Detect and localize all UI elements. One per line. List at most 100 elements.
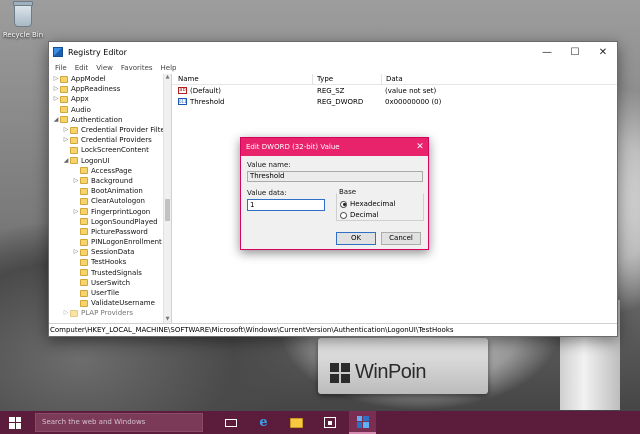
collapse-arrow-icon[interactable]: ◢ bbox=[62, 156, 70, 166]
collapse-arrow-icon[interactable]: ◢ bbox=[52, 115, 60, 125]
tree-scrollbar[interactable]: ▲ ▼ bbox=[163, 74, 171, 324]
menu-favorites[interactable]: Favorites bbox=[117, 64, 157, 72]
expand-arrow-icon[interactable]: ▷ bbox=[72, 207, 80, 217]
tree-item[interactable]: Audio bbox=[49, 105, 171, 115]
start-button[interactable] bbox=[0, 411, 30, 434]
tree-item[interactable]: PINLogonEnrollment bbox=[49, 237, 171, 247]
recycle-bin-shortcut[interactable]: Recycle Bin bbox=[2, 1, 44, 39]
tree-item[interactable]: UserSwitch bbox=[49, 278, 171, 288]
tree-item-label: Background bbox=[91, 176, 133, 185]
tree-item[interactable]: AccessPage bbox=[49, 166, 171, 176]
radio-hexadecimal[interactable]: Hexadecimal bbox=[340, 200, 395, 208]
tree-item-label: ValidateUsername bbox=[91, 299, 155, 308]
close-button[interactable]: ✕ bbox=[589, 42, 617, 62]
tree-item-label: FingerprintLogon bbox=[91, 207, 151, 216]
tree-item[interactable]: ▷ Background bbox=[49, 176, 171, 186]
tree-item[interactable]: ▷ SessionData bbox=[49, 247, 171, 257]
tree-item[interactable]: ▷ AppReadiness bbox=[49, 84, 171, 94]
tree-item[interactable]: UserTile bbox=[49, 288, 171, 298]
tree-item[interactable]: ValidateUsername bbox=[49, 298, 171, 308]
tree-item-label: ClearAutologon bbox=[91, 197, 145, 206]
tree-item-label: LogonSoundPlayed bbox=[91, 217, 158, 226]
value-type: REG_DWORD bbox=[317, 97, 364, 106]
value-data-input[interactable] bbox=[247, 199, 325, 211]
registry-editor-taskbar-button[interactable] bbox=[349, 411, 376, 434]
tree-item[interactable]: ▷ AppModel bbox=[49, 74, 171, 84]
cancel-button[interactable]: Cancel bbox=[381, 232, 421, 245]
windows-logo-icon bbox=[9, 416, 21, 429]
tree-item-label: AccessPage bbox=[91, 166, 132, 175]
tree-item-label: Authentication bbox=[71, 115, 123, 124]
dialog-close-icon[interactable]: ✕ bbox=[412, 142, 428, 152]
tree-item[interactable]: TestHooks bbox=[49, 257, 171, 267]
scroll-up-icon[interactable]: ▲ bbox=[164, 74, 171, 82]
column-header-name[interactable]: Name bbox=[172, 75, 312, 83]
menu-file[interactable]: File bbox=[51, 64, 71, 72]
taskbar-search-input[interactable]: Search the web and Windows bbox=[35, 413, 203, 432]
key-tree-list: ▷ AppModel ▷ AppReadiness ▷ Appx Audio ◢ Authent… bbox=[49, 74, 171, 319]
expand-arrow-icon[interactable]: ▷ bbox=[52, 74, 60, 84]
value-row-threshold[interactable]: 011 Threshold REG_DWORD 0x00000000 (0) bbox=[172, 96, 617, 107]
folder-icon bbox=[80, 299, 88, 307]
tree-item[interactable]: BootAnimation bbox=[49, 186, 171, 196]
task-view-button[interactable] bbox=[217, 411, 244, 434]
folder-icon bbox=[60, 75, 68, 83]
tree-item-label: Credential Provider Filters bbox=[81, 126, 172, 135]
ok-button[interactable]: OK bbox=[336, 232, 376, 245]
tree-item[interactable]: LogonSoundPlayed bbox=[49, 217, 171, 227]
minimize-button[interactable]: — bbox=[533, 42, 561, 62]
tree-item[interactable]: TrustedSignals bbox=[49, 268, 171, 278]
menu-help[interactable]: Help bbox=[157, 64, 181, 72]
value-data-label: Value data: bbox=[247, 189, 287, 197]
folder-icon bbox=[80, 258, 88, 266]
recycle-bin-label: Recycle Bin bbox=[2, 31, 44, 39]
tree-item[interactable]: ▷ Appx bbox=[49, 94, 171, 104]
dialog-title: Edit DWORD (32-bit) Value bbox=[246, 143, 340, 151]
file-explorer-icon bbox=[290, 417, 303, 428]
maximize-button[interactable]: ☐ bbox=[561, 42, 589, 62]
tree-item-label: Credential Providers bbox=[81, 136, 152, 145]
tree-item[interactable]: ▷ Credential Provider Filters bbox=[49, 125, 171, 135]
menu-edit[interactable]: Edit bbox=[71, 64, 93, 72]
tree-item[interactable]: ◢ Authentication bbox=[49, 115, 171, 125]
expand-arrow-icon[interactable]: ▷ bbox=[62, 135, 70, 145]
expand-arrow-icon[interactable]: ▷ bbox=[62, 308, 70, 318]
window-titlebar[interactable]: Registry Editor — ☐ ✕ bbox=[49, 42, 617, 62]
folder-icon bbox=[70, 126, 78, 134]
tree-item-label: AppModel bbox=[71, 75, 106, 84]
string-value-icon: ab bbox=[178, 87, 187, 94]
tree-item[interactable]: ▷ PLAP Providers bbox=[49, 308, 171, 318]
store-button[interactable] bbox=[316, 411, 343, 434]
tree-item[interactable]: ▷ FingerprintLogon bbox=[49, 206, 171, 216]
value-row-default[interactable]: ab (Default) REG_SZ (value not set) bbox=[172, 85, 617, 96]
folder-icon bbox=[70, 146, 78, 154]
menu-view[interactable]: View bbox=[92, 64, 117, 72]
tree-item[interactable]: ◢ LogonUI bbox=[49, 156, 171, 166]
registry-editor-app-icon bbox=[53, 47, 63, 57]
tree-item[interactable]: PicturePassword bbox=[49, 227, 171, 237]
radio-hexadecimal-button[interactable] bbox=[340, 200, 347, 208]
folder-icon bbox=[80, 248, 88, 256]
tree-item[interactable]: LockScreenContent bbox=[49, 145, 171, 155]
folder-icon bbox=[60, 85, 68, 93]
radio-decimal-button[interactable] bbox=[340, 211, 347, 219]
status-bar-path: Computer\HKEY_LOCAL_MACHINE\SOFTWARE\Mic… bbox=[49, 323, 617, 336]
column-header-data[interactable]: Data bbox=[382, 75, 617, 83]
expand-arrow-icon[interactable]: ▷ bbox=[52, 84, 60, 94]
tree-item[interactable]: ClearAutologon bbox=[49, 196, 171, 206]
expand-arrow-icon[interactable]: ▷ bbox=[52, 94, 60, 104]
file-explorer-button[interactable] bbox=[283, 411, 310, 434]
folder-icon bbox=[80, 187, 88, 195]
dialog-titlebar[interactable]: Edit DWORD (32-bit) Value ✕ bbox=[241, 138, 428, 156]
expand-arrow-icon[interactable]: ▷ bbox=[62, 125, 70, 135]
expand-arrow-icon[interactable]: ▷ bbox=[72, 247, 80, 257]
tree-item[interactable]: ▷ Credential Providers bbox=[49, 135, 171, 145]
radio-decimal[interactable]: Decimal bbox=[340, 211, 379, 219]
folder-icon bbox=[80, 228, 88, 236]
tree-scroll-thumb[interactable] bbox=[165, 199, 170, 221]
edge-button[interactable]: e bbox=[250, 411, 277, 434]
expand-arrow-icon[interactable]: ▷ bbox=[72, 176, 80, 186]
folder-icon bbox=[70, 157, 78, 165]
column-header-type[interactable]: Type bbox=[313, 75, 381, 83]
base-label: Base bbox=[338, 188, 358, 196]
